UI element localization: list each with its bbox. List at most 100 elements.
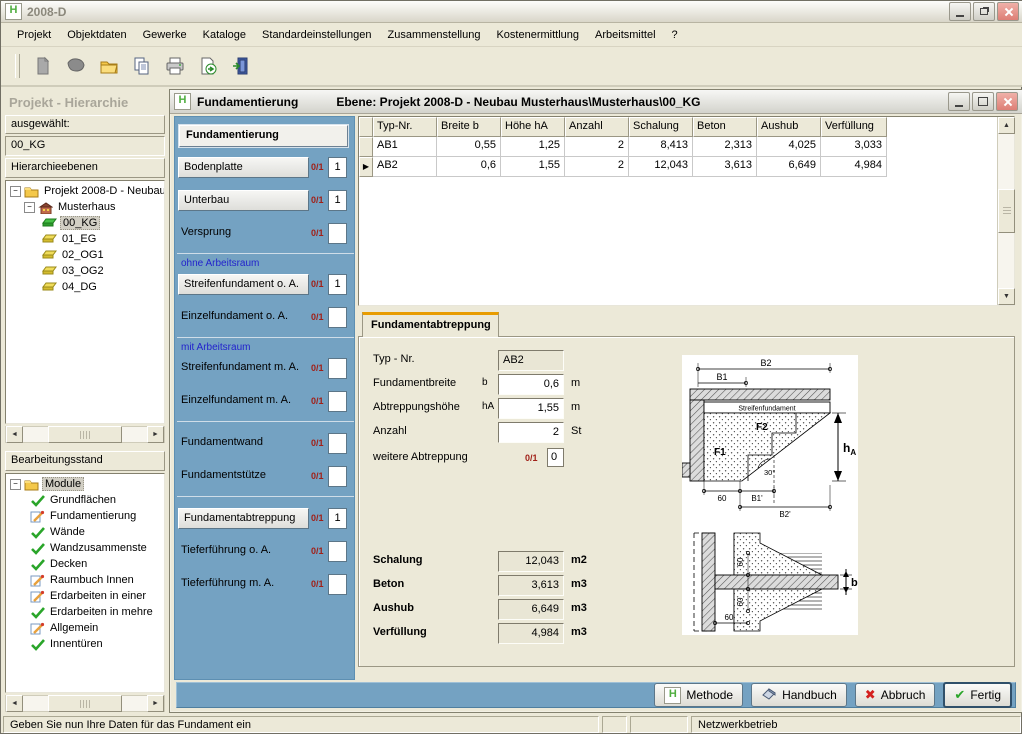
- count-field[interactable]: [328, 307, 347, 328]
- table-vscrollbar[interactable]: ▲ ▼: [997, 117, 1014, 305]
- count-field[interactable]: 1: [328, 508, 347, 529]
- count-field[interactable]: 1: [328, 190, 347, 211]
- nav-label[interactable]: Versprung: [181, 226, 231, 238]
- nav-label[interactable]: Einzelfundament o. A.: [181, 310, 288, 322]
- count-field[interactable]: [328, 223, 347, 244]
- tree-item-floor[interactable]: 03_OG2: [6, 263, 164, 279]
- table-row-selected[interactable]: ▶ AB2 0,6 1,55 2 12,043 3,613 6,649 4,98…: [359, 157, 1014, 177]
- scroll-up-icon[interactable]: ▲: [998, 117, 1015, 134]
- nav-button[interactable]: Bodenplatte: [178, 157, 309, 178]
- weitere-input[interactable]: 0: [547, 448, 564, 467]
- close-button[interactable]: [997, 2, 1019, 21]
- handbuch-button[interactable]: Handbuch: [751, 683, 847, 707]
- tree-item-floor[interactable]: 00_KG: [6, 215, 164, 231]
- tree-item-label[interactable]: 01_EG: [60, 233, 98, 245]
- tree-item-module-root[interactable]: − Module: [6, 476, 164, 492]
- scroll-thumb[interactable]: [48, 426, 122, 443]
- scroll-thumb[interactable]: [48, 695, 122, 712]
- nav-label[interactable]: Streifenfundament m. A.: [181, 361, 299, 373]
- tree-item-project[interactable]: − Projekt 2008-D - Neubau: [6, 183, 164, 199]
- cell[interactable]: 2: [565, 137, 629, 157]
- module-item[interactable]: Raumbuch Innen: [6, 572, 164, 588]
- module-label[interactable]: Wandzusammenste: [48, 542, 149, 554]
- module-label[interactable]: Decken: [48, 558, 89, 570]
- fertig-button[interactable]: ✔ Fertig: [943, 682, 1012, 708]
- anzahl-input[interactable]: 2: [498, 422, 564, 443]
- nav-button-active[interactable]: Fundamentabtreppung: [178, 508, 309, 529]
- cell[interactable]: 4,025: [757, 137, 821, 157]
- open-document-icon[interactable]: [64, 54, 88, 78]
- menu-kataloge[interactable]: Kataloge: [195, 26, 254, 44]
- doc-minimize-button[interactable]: [948, 92, 970, 111]
- scroll-right-icon[interactable]: ►: [147, 426, 164, 443]
- open-folder-icon[interactable]: [97, 54, 121, 78]
- module-label[interactable]: Erdarbeiten in einer: [48, 590, 148, 602]
- menu-help[interactable]: ?: [664, 26, 686, 44]
- module-label[interactable]: Raumbuch Innen: [48, 574, 136, 586]
- cell[interactable]: 1,55: [501, 157, 565, 177]
- new-document-icon[interactable]: [31, 54, 55, 78]
- minimize-button[interactable]: [949, 2, 971, 21]
- hierarchy-hscrollbar[interactable]: ◄ ►: [5, 426, 165, 443]
- menu-projekt[interactable]: Projekt: [9, 26, 59, 44]
- count-field[interactable]: 1: [328, 274, 347, 295]
- nav-label[interactable]: Fundamentwand: [181, 436, 263, 448]
- col-header[interactable]: Verfüllung: [821, 117, 887, 137]
- cell[interactable]: 12,043: [629, 157, 693, 177]
- nav-label[interactable]: Einzelfundament m. A.: [181, 394, 291, 406]
- menu-objektdaten[interactable]: Objektdaten: [59, 26, 134, 44]
- tree-item-label[interactable]: Module: [42, 477, 84, 491]
- count-field[interactable]: 1: [328, 157, 347, 178]
- col-header[interactable]: Typ-Nr.: [373, 117, 437, 137]
- nav-button[interactable]: Unterbau: [178, 190, 309, 211]
- cell[interactable]: 3,033: [821, 137, 887, 157]
- methode-button[interactable]: H Methode: [654, 683, 743, 707]
- col-header[interactable]: Anzahl: [565, 117, 629, 137]
- tree-item-label[interactable]: 02_OG1: [60, 249, 106, 261]
- module-item[interactable]: Innentüren: [6, 636, 164, 652]
- scroll-left-icon[interactable]: ◄: [6, 426, 23, 443]
- count-field[interactable]: [328, 574, 347, 595]
- nav-label[interactable]: Tieferführung m. A.: [181, 577, 274, 589]
- tree-item-floor[interactable]: 04_DG: [6, 279, 164, 295]
- module-item[interactable]: Erdarbeiten in mehre: [6, 604, 164, 620]
- module-label[interactable]: Fundamentierung: [48, 510, 138, 522]
- scroll-thumb[interactable]: [998, 189, 1015, 233]
- table-row[interactable]: AB1 0,55 1,25 2 8,413 2,313 4,025 3,033: [359, 137, 1014, 157]
- tree-item-label[interactable]: Musterhaus: [56, 201, 117, 213]
- module-item[interactable]: Wandzusammenste: [6, 540, 164, 556]
- nav-label[interactable]: Tieferführung o. A.: [181, 544, 271, 556]
- tree-item-label[interactable]: 03_OG2: [60, 265, 106, 277]
- module-label[interactable]: Innentüren: [48, 638, 105, 650]
- doc-close-button[interactable]: [996, 92, 1018, 111]
- module-label[interactable]: Allgemein: [48, 622, 100, 634]
- hoehe-input[interactable]: 1,55: [498, 398, 564, 419]
- nav-button[interactable]: Streifenfundament o. A.: [178, 274, 309, 295]
- module-label[interactable]: Wände: [48, 526, 87, 538]
- cell[interactable]: 4,984: [821, 157, 887, 177]
- tree-item-musterhaus[interactable]: − Musterhaus: [6, 199, 164, 215]
- tree-item-label-selected[interactable]: 00_KG: [60, 216, 100, 230]
- count-field[interactable]: [328, 433, 347, 454]
- exit-door-icon[interactable]: [229, 54, 253, 78]
- module-item[interactable]: Grundflächen: [6, 492, 164, 508]
- menu-gewerke[interactable]: Gewerke: [135, 26, 195, 44]
- collapse-toggle-icon[interactable]: −: [10, 479, 21, 490]
- scroll-left-icon[interactable]: ◄: [6, 695, 23, 712]
- module-label[interactable]: Grundflächen: [48, 494, 118, 506]
- count-field[interactable]: [328, 358, 347, 379]
- cell[interactable]: 3,613: [693, 157, 757, 177]
- menu-zusammenstellung[interactable]: Zusammenstellung: [380, 26, 489, 44]
- module-item[interactable]: Erdarbeiten in einer: [6, 588, 164, 604]
- module-item[interactable]: Decken: [6, 556, 164, 572]
- col-header[interactable]: Beton: [693, 117, 757, 137]
- cell[interactable]: 2: [565, 157, 629, 177]
- cell[interactable]: 8,413: [629, 137, 693, 157]
- tree-item-floor[interactable]: 02_OG1: [6, 247, 164, 263]
- cell[interactable]: AB2: [373, 157, 437, 177]
- abbruch-button[interactable]: ✖ Abbruch: [855, 683, 936, 707]
- tree-item-label[interactable]: Projekt 2008-D - Neubau: [42, 185, 165, 197]
- collapse-toggle-icon[interactable]: −: [24, 202, 35, 213]
- cell[interactable]: 0,55: [437, 137, 501, 157]
- export-icon[interactable]: [196, 54, 220, 78]
